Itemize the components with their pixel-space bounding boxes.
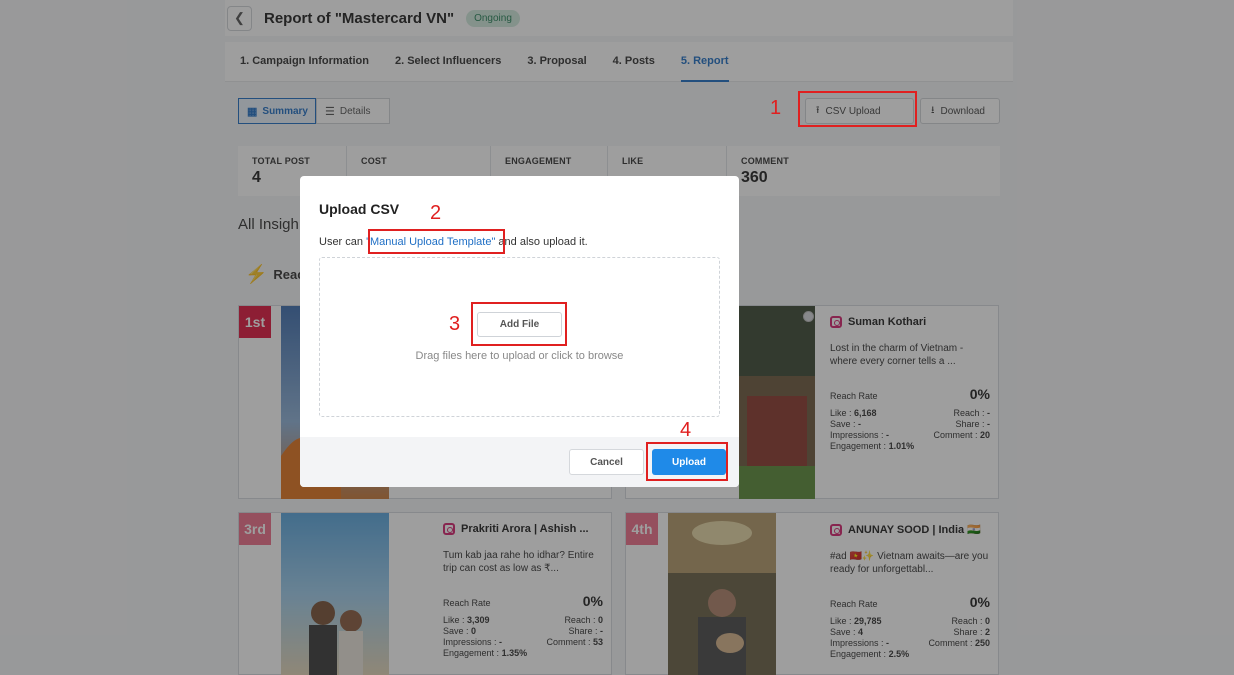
cancel-button[interactable]: Cancel: [569, 449, 644, 475]
annotation-box-3: [471, 302, 567, 346]
annotation-number-1: 1: [770, 97, 782, 119]
annotation-number-3: 3: [449, 313, 461, 335]
dialog-title: Upload CSV: [319, 201, 400, 217]
drag-hint: Drag files here to upload or click to br…: [415, 350, 624, 362]
annotation-box-2: [368, 229, 505, 254]
desc-prefix: User can: [319, 236, 367, 248]
annotation-box-1: [798, 91, 917, 127]
annotation-number-4: 4: [680, 419, 692, 441]
annotation-number-2: 2: [430, 202, 442, 224]
desc-suffix: and also upload it.: [495, 236, 588, 248]
annotation-box-4: [646, 442, 728, 481]
